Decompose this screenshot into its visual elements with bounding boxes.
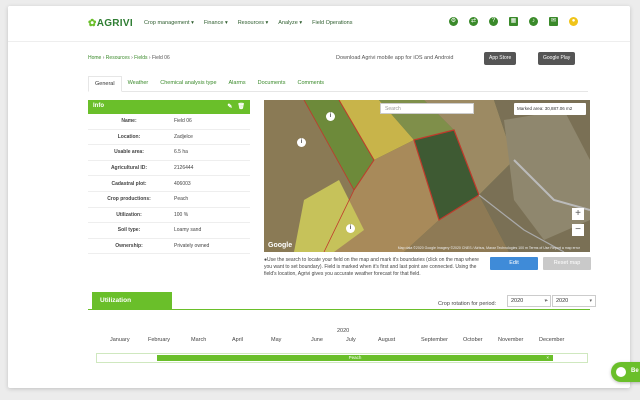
tab-documents[interactable]: Documents [252,76,292,92]
month-label: April [232,337,244,343]
month-label: February [148,337,171,343]
month-label: March [191,337,207,343]
notification-icon[interactable]: ♪ [529,17,538,26]
breadcrumb: Home › Resources › Fields › Field 06 [88,55,170,61]
edit-map-button[interactable]: Edit [490,257,538,270]
app-window: ✿AGRIVI Crop management ▾ Finance ▾ Reso… [8,6,630,388]
timeline-year: 2020 [337,328,350,334]
nav-finance[interactable]: Finance ▾ [204,20,228,26]
chat-icon [616,367,626,377]
info-row: Agricultural ID: 2126444 [88,161,250,177]
zoom-in-button[interactable]: + [572,208,584,220]
message-icon[interactable]: ✉ [549,17,558,26]
utilization-timeline: Peach × [96,353,588,363]
marked-area-label: Marked area: 30,887.06 m2 [514,103,586,115]
field-info-icon[interactable]: i [297,138,306,147]
breadcrumb-home[interactable]: Home [88,55,101,61]
month-label: September [421,337,448,343]
info-row: Crop productions: Peach [88,192,250,208]
google-play-button[interactable]: Google Play [538,52,576,65]
info-header: Info ✎ 🗑 [88,100,250,114]
edit-icon[interactable]: ✎ [227,104,232,110]
google-logo: Google [268,242,293,249]
crop-segment-peach[interactable]: Peach × [157,355,553,361]
top-navigation: ✿AGRIVI Crop management ▾ Finance ▾ Reso… [8,6,630,42]
nav-field-operations[interactable]: Field Operations [312,20,352,26]
app-store-button[interactable]: App Store [484,52,517,65]
month-label: December [539,337,565,343]
month-label: May [271,337,282,343]
from-year-select[interactable]: 2020 ▾ [507,295,551,307]
info-row: Cadastral plot: 406003 [88,176,250,192]
info-title: Info [93,103,104,109]
map-search-input[interactable]: Search [380,103,474,114]
breadcrumb-row: Home › Resources › Fields › Field 06 Dow… [88,52,588,66]
info-row: Soil type: Loamy sand [88,223,250,239]
satellite-imagery [264,100,590,252]
period-separator: - [546,298,548,304]
delete-icon[interactable]: 🗑 [237,104,245,110]
info-row: Utilization: 100 % [88,208,250,224]
nav-resources[interactable]: Resources ▾ [238,20,269,26]
month-label: August [378,337,396,343]
month-label: July [346,337,356,343]
agrivi-logo[interactable]: ✿AGRIVI [88,18,133,29]
month-label: November [498,337,524,343]
header-icons: ⚙ ⇄ ? ▦ ♪ ✉ ● [449,17,578,26]
reset-map-button[interactable]: Reset map [543,257,591,270]
map-help-text: ●Use the search to locate your field on … [264,257,479,278]
zoom-out-button[interactable]: − [572,224,584,236]
field-map[interactable]: i i i Search Marked area: 30,887.06 m2 +… [264,100,590,252]
info-row: Location: Zadjelce [88,130,250,146]
month-label: June [311,337,323,343]
field-info-icon[interactable]: i [346,224,355,233]
tab-alarms[interactable]: Alarms [223,76,252,92]
help-icon[interactable]: ? [489,17,498,26]
timeline-months: January February March April May June Ju… [96,337,588,345]
breadcrumb-fields[interactable]: Fields [134,55,147,61]
gear-icon[interactable]: ⚙ [449,17,458,26]
info-row: Usable area: 6.5 ha [88,145,250,161]
transfer-icon[interactable]: ⇄ [469,17,478,26]
user-icon[interactable]: ● [569,17,578,26]
info-panel: Info ✎ 🗑 Name: Field 06 Location: Zadjelce… [88,100,250,270]
field-tabs: General Weather Chemical analysis type A… [88,76,588,92]
download-app-text: Download Agrivi mobile app for iOS and A… [336,55,454,61]
tab-comments[interactable]: Comments [291,76,330,92]
info-row: Name: Field 06 [88,114,250,130]
main-menu: Crop management ▾ Finance ▾ Resources ▾ … [144,20,353,26]
tab-weather[interactable]: Weather [122,76,155,92]
tab-general[interactable]: General [88,76,122,92]
breadcrumb-current: Field 06 [151,55,170,61]
chevron-down-icon: ▾ [589,298,592,304]
segment-close-icon[interactable]: × [546,355,549,361]
tab-chemical-analysis[interactable]: Chemical analysis type [154,76,222,92]
crop-rotation-label: Crop rotation for period: [438,301,497,307]
nav-crop-management[interactable]: Crop management ▾ [144,20,194,26]
nav-analyze[interactable]: Analyze ▾ [278,20,302,26]
month-label: January [110,337,130,343]
info-row: Ownership: Privately owned [88,239,250,255]
field-info-icon[interactable]: i [326,112,335,121]
utilization-title: Utilization [92,292,172,310]
to-year-select[interactable]: 2020 ▾ [552,295,596,307]
calendar-icon[interactable]: ▦ [509,17,518,26]
map-attribution[interactable]: Map data ©2020 Google Imagery ©2020 CNES… [398,246,580,250]
chat-button[interactable]: Be [611,362,640,382]
breadcrumb-resources[interactable]: Resources [106,55,130,61]
month-label: October [463,337,483,343]
